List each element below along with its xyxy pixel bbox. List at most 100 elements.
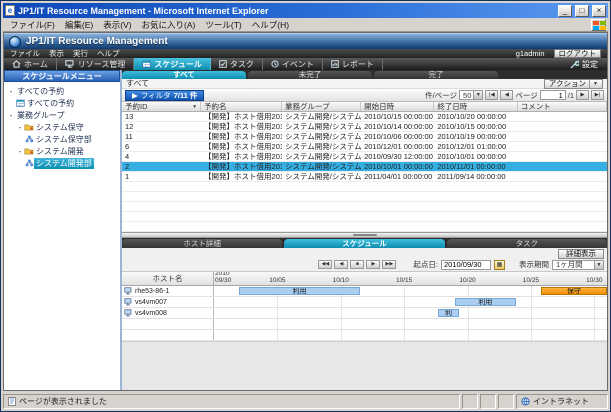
ie-menu-item[interactable]: ファイル(F) bbox=[5, 19, 60, 31]
table-row[interactable]: 1【開発】ホスト借用2010/10/01 日...システム開発/システム開発部2… bbox=[122, 172, 607, 182]
page-number-input[interactable] bbox=[540, 90, 566, 100]
settings-button[interactable]: 設定 bbox=[561, 58, 607, 70]
action-menu-button[interactable]: アクション ▼ bbox=[544, 79, 603, 89]
org-icon bbox=[25, 159, 34, 167]
nav-tab-task[interactable]: タスク bbox=[211, 58, 263, 70]
tree-expander-icon[interactable]: - bbox=[16, 123, 24, 132]
ie-menu-item[interactable]: 表示(V) bbox=[98, 19, 136, 31]
tree-expander-icon[interactable]: - bbox=[7, 111, 15, 120]
host-icon bbox=[124, 309, 133, 317]
bar-label: 利 bbox=[445, 309, 452, 317]
timeline-nav-button-1[interactable]: ◀ bbox=[334, 260, 348, 269]
ie-menu-item[interactable]: ヘルプ(H) bbox=[247, 19, 294, 31]
filter-button[interactable]: ▶ フィルタ 7/11 件 bbox=[125, 90, 204, 101]
column-header[interactable]: 業務グループ bbox=[282, 102, 361, 111]
timeline-gridline bbox=[341, 319, 342, 329]
app-title: JP1/IT Resource Management bbox=[26, 36, 168, 47]
sidebar-header: スケジュールメニュー bbox=[4, 70, 120, 82]
gantt-empty-area bbox=[122, 341, 607, 390]
table-row[interactable]: 13【開発】ホスト借用2010/10/15 日...システム開発/システム開発部… bbox=[122, 112, 607, 122]
tree-item[interactable]: -業務グループ bbox=[4, 109, 120, 121]
nav-tab-report[interactable]: レポート bbox=[323, 58, 383, 70]
timeline-date-label: 10/20 bbox=[459, 278, 475, 285]
nav-tab-home[interactable]: ホーム bbox=[4, 58, 57, 70]
timeline-nav-button-2[interactable]: ■ bbox=[350, 260, 364, 269]
use-bar[interactable]: 利用 bbox=[455, 298, 516, 306]
host-cell[interactable]: rhe53-86-1 bbox=[122, 286, 214, 296]
tree-item[interactable]: -システム開発 bbox=[4, 145, 120, 157]
page-total: /1 bbox=[568, 91, 574, 100]
ie-menu-item[interactable]: 編集(E) bbox=[60, 19, 98, 31]
tree-item[interactable]: システム開発部 bbox=[4, 157, 120, 169]
minimize-button[interactable]: _ bbox=[558, 5, 572, 17]
first-page-button[interactable]: |◀ bbox=[485, 90, 498, 100]
host-cell[interactable]: vs4vm007 bbox=[122, 297, 214, 307]
tree-item[interactable]: すべての予約 bbox=[4, 97, 120, 109]
table-body: 13【開発】ホスト借用2010/10/15 日...システム開発/システム開発部… bbox=[122, 112, 607, 182]
per-page-select[interactable]: 50 ▼ bbox=[459, 90, 483, 100]
maintenance-bar[interactable]: 保守 bbox=[541, 287, 607, 295]
detail-tab-0[interactable]: ホスト詳細 bbox=[122, 239, 282, 248]
timeline-tick-label: 10/05 bbox=[269, 278, 285, 285]
nav-tab-event[interactable]: イベント bbox=[263, 58, 323, 70]
prev-page-button[interactable]: ◀ bbox=[500, 90, 513, 100]
tree-expander-icon[interactable]: - bbox=[16, 147, 24, 156]
detail-tab-2[interactable]: タスク bbox=[447, 239, 607, 248]
origin-date-input[interactable] bbox=[441, 260, 491, 270]
period-select[interactable]: 1ヶ月間 ▼ bbox=[552, 260, 604, 270]
timeline-gridline bbox=[531, 308, 532, 318]
cell-name: 【開発】ホスト借用2010/12/01 日... bbox=[201, 142, 282, 151]
page-done-icon bbox=[8, 397, 16, 406]
ie-menu-item[interactable]: ツール(T) bbox=[200, 19, 246, 31]
cell-start: 2011/04/01 00:00:00 bbox=[361, 172, 434, 181]
table-row[interactable]: 4【開発】ホスト借用2010/09/30 日...システム開発/システム開発部2… bbox=[122, 152, 607, 162]
table-row[interactable]: 11【開発】ホスト借用2010/10/06 日...システム開発/システム開発部… bbox=[122, 132, 607, 142]
timeline-nav-button-0[interactable]: ◀◀ bbox=[318, 260, 332, 269]
tree-item[interactable]: システム保守部 bbox=[4, 133, 120, 145]
tree-item[interactable]: -すべての予約 bbox=[4, 85, 120, 97]
column-header[interactable]: 終了日時 bbox=[434, 102, 517, 111]
bar-label: 保守 bbox=[567, 287, 581, 295]
column-header[interactable]: 開始日時 bbox=[361, 102, 434, 111]
column-header[interactable]: 予約ID▼ bbox=[122, 102, 201, 111]
restore-button[interactable]: □ bbox=[575, 5, 589, 17]
app-menu-item[interactable]: ヘルプ bbox=[97, 49, 120, 58]
timeline-nav-button-4[interactable]: ▶▶ bbox=[382, 260, 396, 269]
tree-expander-icon[interactable]: - bbox=[7, 87, 15, 96]
use-bar[interactable]: 利 bbox=[438, 309, 458, 317]
nav-tab-monitor[interactable]: リソース管理 bbox=[57, 58, 135, 70]
nav-tab-calendar[interactable]: スケジュール bbox=[134, 58, 210, 70]
tree-item[interactable]: -システム保守 bbox=[4, 121, 120, 133]
app-menu-item[interactable]: 表示 bbox=[49, 49, 64, 58]
cell-group: システム開発/システム開発部 bbox=[282, 172, 361, 181]
detail-view-button[interactable]: 詳細表示 bbox=[558, 249, 604, 259]
column-header[interactable]: 予約名 bbox=[201, 102, 282, 111]
column-header[interactable]: コメント bbox=[518, 102, 607, 111]
period-label: 表示期間 bbox=[519, 259, 549, 270]
next-page-button[interactable]: ▶ bbox=[576, 90, 589, 100]
ie-menu-items: ファイル(F)編集(E)表示(V)お気に入り(A)ツール(T)ヘルプ(H) bbox=[5, 19, 294, 31]
calendar-icon bbox=[142, 60, 151, 68]
table-row[interactable]: 6【開発】ホスト借用2010/12/01 日...システム開発/システム開発部2… bbox=[122, 142, 607, 152]
timeline-nav-button-3[interactable]: ▶ bbox=[366, 260, 380, 269]
cell-name: 【開発】ホスト借用2010/10/14 日... bbox=[201, 122, 282, 131]
ie-menubar: ファイル(F)編集(E)表示(V)お気に入り(A)ツール(T)ヘルプ(H) bbox=[3, 18, 608, 32]
timeline-gridline bbox=[594, 319, 595, 329]
status-message-cell: ページが表示されました bbox=[3, 394, 460, 409]
close-button[interactable]: × bbox=[592, 5, 606, 17]
app-menu-item[interactable]: 実行 bbox=[73, 49, 88, 58]
cell-end: 2010/11/01 00:00:00 bbox=[434, 162, 517, 171]
cell-id: 13 bbox=[122, 112, 201, 121]
ie-menu-item[interactable]: お気に入り(A) bbox=[137, 19, 201, 31]
logout-button[interactable]: ログアウト bbox=[554, 49, 602, 58]
last-page-button[interactable]: ▶| bbox=[591, 90, 604, 100]
table-row[interactable]: 12【開発】ホスト借用2010/10/14 日...システム開発/システム開発部… bbox=[122, 122, 607, 132]
sort-descending-icon[interactable]: ▼ bbox=[192, 104, 197, 110]
table-row[interactable]: 2【開発】ホスト借用2010/10/01 日...システム開発/システム開発部2… bbox=[122, 162, 607, 172]
use-bar[interactable]: 利用 bbox=[239, 287, 359, 295]
host-cell[interactable]: vs4vm008 bbox=[122, 308, 214, 318]
detail-tab-1[interactable]: スケジュール bbox=[284, 239, 444, 248]
calendar-picker-icon[interactable]: ▦ bbox=[494, 260, 505, 270]
app-menu-item[interactable]: ファイル bbox=[10, 49, 40, 58]
window-titlebar[interactable]: e JP1/IT Resource Management - Microsoft… bbox=[3, 3, 608, 18]
